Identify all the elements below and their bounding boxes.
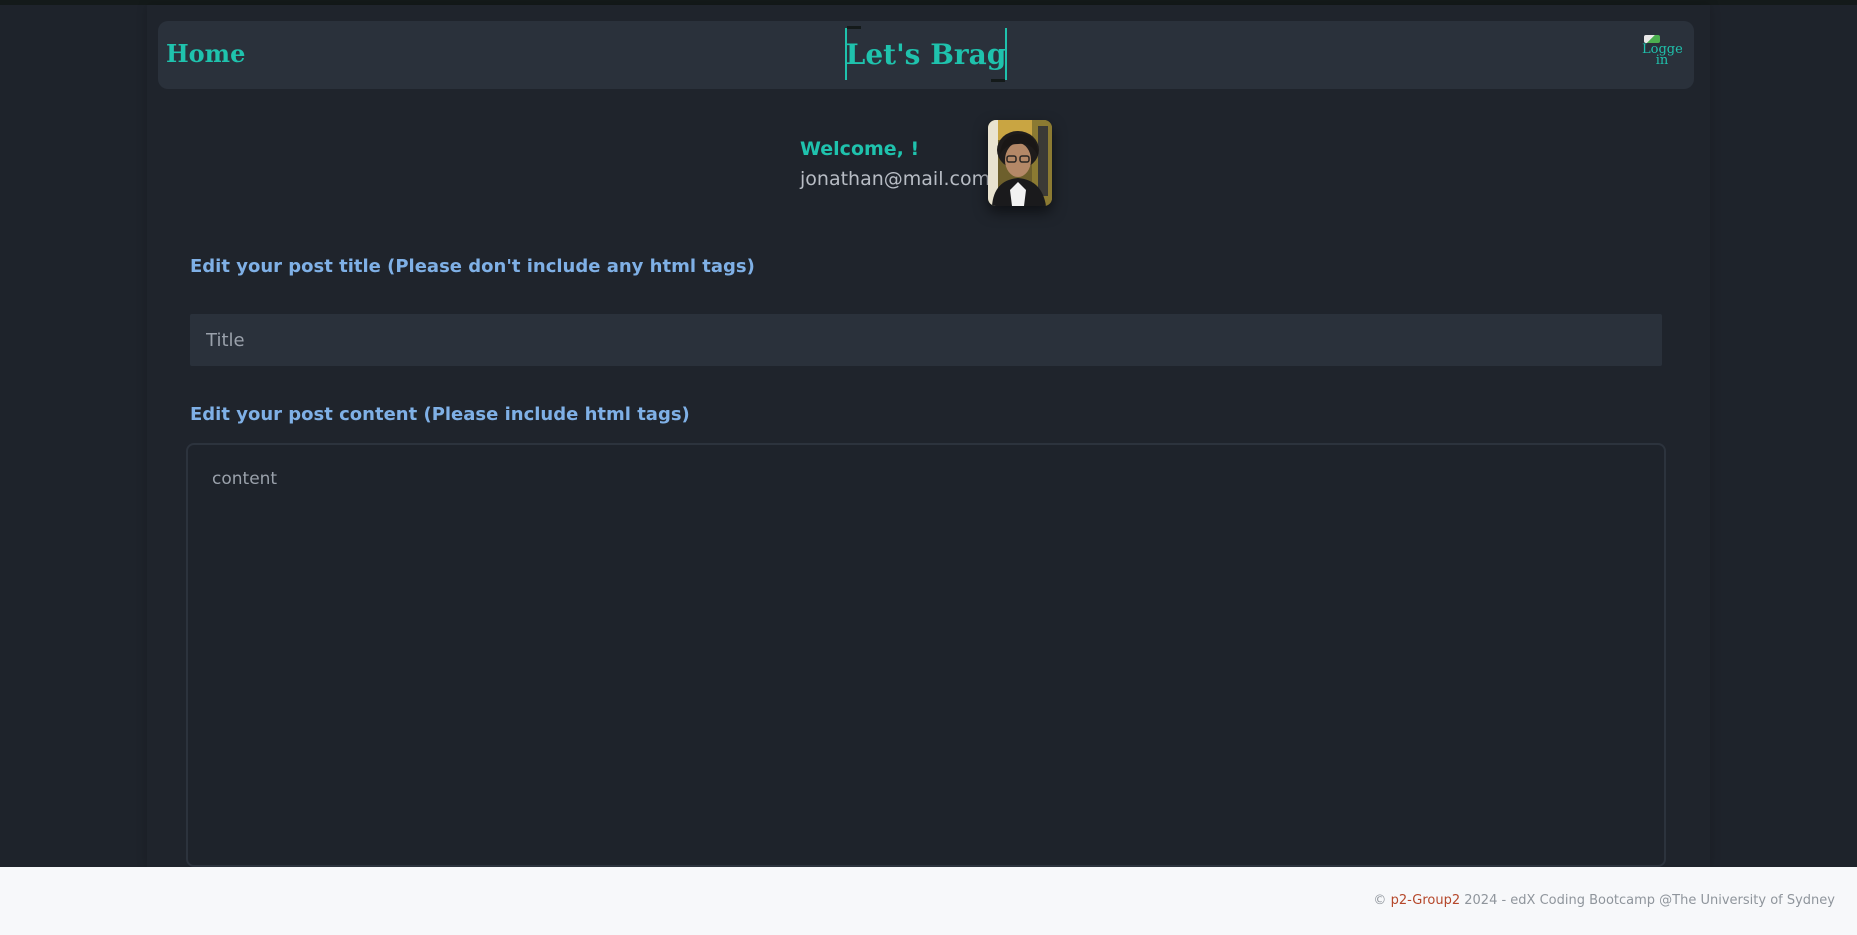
logged-in-alt-text: Logged in: [1642, 42, 1682, 68]
footer-group-name: p2-Group2: [1390, 893, 1461, 908]
home-link[interactable]: Home: [166, 39, 245, 68]
welcome-message: Welcome, !: [800, 138, 920, 160]
navbar: Home Let's Brag Logged in: [158, 21, 1694, 89]
post-title-input[interactable]: [190, 314, 1662, 366]
footer-credit: 2024 - edX Coding Bootcamp @The Universi…: [1464, 893, 1835, 908]
copyright-symbol: ©: [1373, 893, 1387, 908]
footer: © p2-Group2 2024 - edX Coding Bootcamp @…: [0, 867, 1857, 935]
title-label: Edit your post title (Please don't inclu…: [190, 256, 755, 277]
footer-copyright: © p2-Group2 2024 - edX Coding Bootcamp @…: [1373, 893, 1835, 908]
site-title: Let's Brag: [845, 26, 1007, 82]
logged-in-icon[interactable]: Logged in: [1642, 35, 1682, 75]
post-content-textarea[interactable]: [186, 443, 1666, 867]
avatar: [988, 120, 1052, 206]
avatar-photo: [988, 120, 1052, 206]
user-email: jonathan@mail.com: [800, 168, 991, 190]
content-label: Edit your post content (Please include h…: [190, 404, 690, 425]
